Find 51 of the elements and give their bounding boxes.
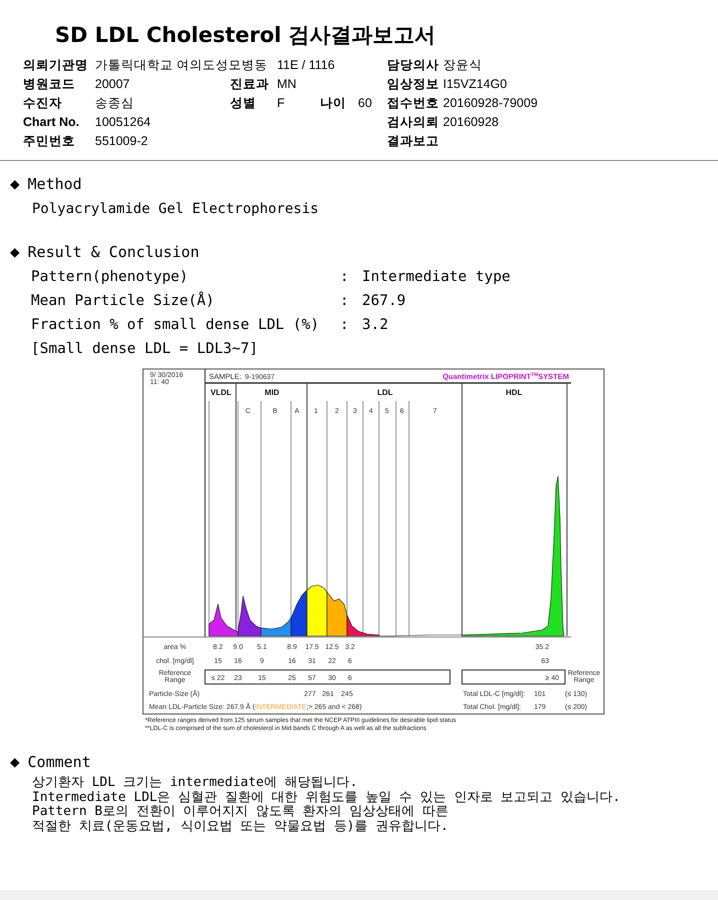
section-heading: Comment bbox=[28, 752, 91, 773]
result-label: Mean Particle Size(Å) bbox=[31, 291, 216, 312]
report-title: SD LDL Cholesterol 검사결과보고서 bbox=[55, 22, 437, 48]
comment-line: 적절한 치료(운동요법, 식이요법 또는 약물요법 등)를 권유합니다. bbox=[32, 820, 450, 834]
field-label: 성별 bbox=[230, 95, 257, 112]
result-value: Intermediate type bbox=[362, 268, 510, 288]
field-value: 11E / 1116 bbox=[277, 57, 335, 74]
field-label: 접수번호 bbox=[387, 95, 440, 112]
field-label: 나이 bbox=[320, 95, 347, 112]
field-label: 병원코드 bbox=[23, 76, 76, 93]
field-label: 진료과 bbox=[230, 76, 270, 93]
field-label: 담당의사 bbox=[387, 57, 440, 74]
field-value: 551009-2 bbox=[95, 133, 148, 150]
band-label: HDL bbox=[506, 388, 522, 397]
result-label: Fraction % of small dense LDL (%) bbox=[31, 316, 320, 336]
colon-separator: : bbox=[340, 292, 350, 312]
result-note: [Small dense LDL = LDL3~7] bbox=[31, 340, 259, 360]
field-value: 20160928-79009 bbox=[443, 95, 538, 112]
field-value: MN bbox=[277, 76, 298, 93]
method-text: Polyacrylamide Gel Electrophoresis bbox=[32, 200, 320, 219]
diamond-bullet: ◆ bbox=[10, 754, 20, 770]
field-value: 10051264 bbox=[95, 114, 151, 131]
field-label: Chart No. bbox=[23, 114, 80, 131]
field-value: 장윤식 bbox=[443, 57, 482, 74]
field-label: 결과보고 bbox=[387, 133, 440, 150]
result-value: 3.2 bbox=[362, 316, 388, 336]
comment-line: Pattern B로의 전환이 이루어지지 않도록 환자의 임상상태에 따른 bbox=[32, 805, 450, 820]
diamond-bullet: ◆ bbox=[10, 244, 20, 260]
field-label: 의뢰기관명 bbox=[23, 57, 89, 74]
field-value: 가톨릭대학교 여의도성모병동 bbox=[95, 57, 268, 74]
section-heading: Result & Conclusion bbox=[28, 242, 200, 263]
field-label: 주민번호 bbox=[23, 133, 76, 150]
field-value: 20160928 bbox=[443, 114, 499, 131]
field-value: 송종심 bbox=[95, 95, 134, 112]
diamond-bullet: ◆ bbox=[10, 176, 20, 192]
field-value: I15VZ14G0 bbox=[443, 76, 507, 93]
result-value: 267.9 bbox=[362, 292, 406, 312]
band-label: LDL bbox=[377, 388, 393, 397]
field-value: F bbox=[277, 95, 286, 112]
field-label: 수진자 bbox=[23, 95, 63, 112]
comment-line: Intermediate LDL은 심혈관 질환에 대한 위험도를 높일 수 있는 인자로 보고되고 있습니다. bbox=[32, 790, 622, 805]
field-label: 검사의뢰 bbox=[387, 114, 440, 131]
section-heading: Method bbox=[28, 174, 82, 195]
result-label: Pattern(phenotype) bbox=[31, 268, 190, 288]
field-value: 20007 bbox=[95, 76, 130, 93]
comment-line: 상기환자 LDL 크기는 intermediate에 해당됩니다. bbox=[32, 776, 359, 790]
band-label: MID bbox=[264, 388, 280, 397]
band-label: VLDL bbox=[210, 388, 232, 397]
colon-separator: : bbox=[340, 268, 350, 288]
field-label: 임상정보 bbox=[387, 76, 440, 93]
colon-separator: : bbox=[340, 316, 350, 336]
